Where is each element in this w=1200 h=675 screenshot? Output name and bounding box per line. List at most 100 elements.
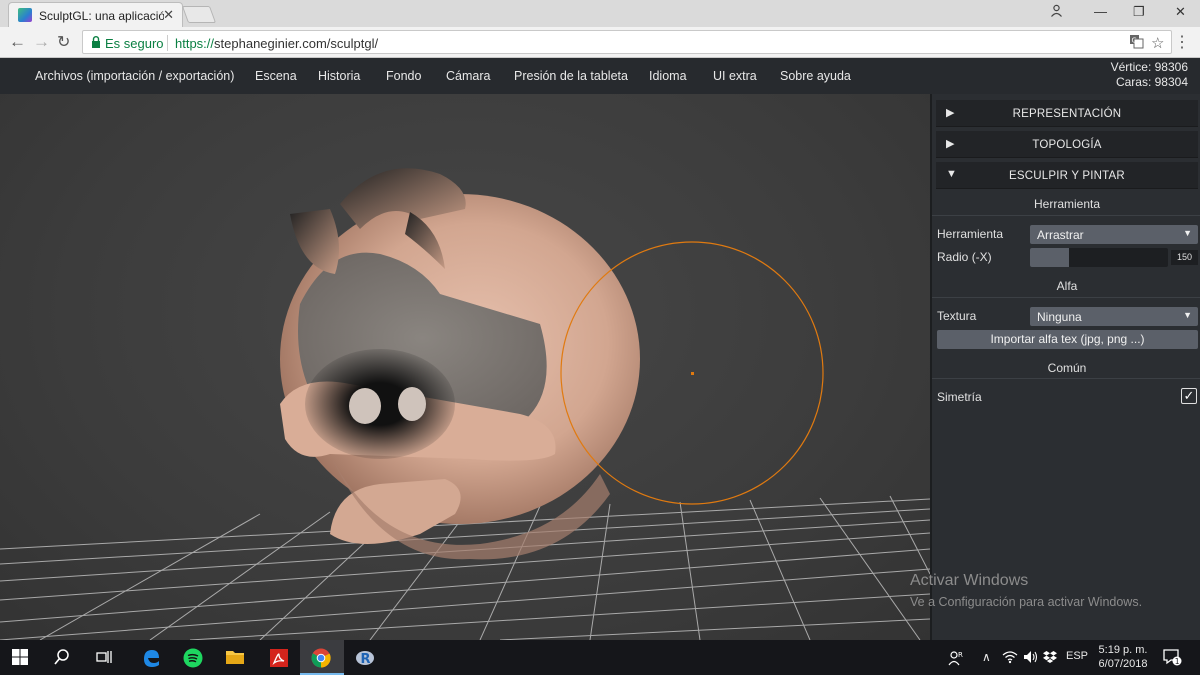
- url-text: https://stephaneginier.com/sculptgl/: [175, 36, 379, 51]
- symmetry-label: Simetría: [937, 390, 982, 404]
- svg-text:G: G: [1132, 37, 1137, 45]
- menu-extra-ui[interactable]: UI extra: [713, 69, 757, 83]
- divider: [932, 378, 1200, 379]
- new-tab-button[interactable]: [181, 6, 217, 23]
- close-window-icon[interactable]: ✕: [1175, 4, 1186, 20]
- alpha-heading: Alfa: [1056, 279, 1078, 293]
- activation-watermark-text: Ve a Configuración para activar Windows.: [910, 595, 1143, 609]
- volume-icon[interactable]: [1023, 650, 1039, 667]
- bookmark-star-icon[interactable]: ☆: [1151, 34, 1164, 52]
- file-explorer-app[interactable]: [214, 640, 258, 675]
- edge-icon: [144, 650, 159, 667]
- tool-panel: ▶ REPRESENTACIÓN ▶ TOPOLOGÍA ▼ ESCULPIR …: [930, 94, 1200, 640]
- maximize-icon[interactable]: ❐: [1133, 4, 1145, 20]
- chrome-app[interactable]: [300, 640, 344, 675]
- dropbox-icon[interactable]: [1043, 650, 1057, 667]
- reload-icon[interactable]: ↻: [57, 32, 70, 52]
- svg-text:R: R: [958, 651, 963, 659]
- texture-select[interactable]: Ninguna ▼: [1030, 307, 1198, 326]
- omnibox-divider: [167, 35, 168, 51]
- sculpted-model: [280, 168, 640, 560]
- tool-select-value: Arrastrar: [1037, 228, 1084, 242]
- tool-label: Herramienta: [937, 227, 1004, 241]
- windows-logo-icon: [12, 649, 28, 665]
- svg-text:R: R: [361, 652, 371, 667]
- section-label: ESCULPIR Y PINTAR: [1009, 170, 1125, 182]
- edge-app[interactable]: [130, 640, 174, 675]
- radius-slider-fill: [1030, 248, 1069, 267]
- radius-value[interactable]: 150: [1171, 250, 1198, 265]
- windows-taskbar: R R ∧ ESP 5:19 p. m. 6/07/2018 1: [0, 640, 1200, 675]
- action-center-icon[interactable]: 1: [1162, 647, 1182, 670]
- lock-icon: [92, 36, 100, 48]
- sculptgl-favicon-icon: [18, 8, 32, 22]
- menu-files[interactable]: Archivos (importación / exportación): [35, 69, 234, 83]
- people-icon[interactable]: R: [948, 650, 964, 669]
- tray-overflow-chevron-icon[interactable]: ∧: [982, 650, 991, 664]
- clock-date: 6/07/2018: [1098, 658, 1148, 670]
- section-label: REPRESENTACIÓN: [1012, 108, 1122, 120]
- menu-language[interactable]: Idioma: [649, 69, 687, 83]
- browser-tab-strip: SculptGL: una aplicación ✕ — ❐ ✕: [0, 0, 1200, 27]
- menu-background[interactable]: Fondo: [386, 69, 421, 83]
- search-icon: [54, 649, 69, 665]
- translate-icon[interactable]: G: [1129, 34, 1144, 52]
- r-language-icon: R: [356, 651, 374, 667]
- checkmark-icon: ✓: [1183, 388, 1195, 403]
- clock-time: 5:19 p. m.: [1098, 644, 1148, 656]
- close-tab-icon[interactable]: ✕: [163, 7, 174, 23]
- svg-text:1: 1: [1175, 657, 1180, 666]
- r-app[interactable]: R: [344, 640, 388, 675]
- chrome-icon: [311, 648, 331, 668]
- input-language[interactable]: ESP: [1066, 650, 1088, 662]
- task-view-button[interactable]: [84, 640, 128, 675]
- tool-select[interactable]: Arrastrar ▼: [1030, 225, 1198, 244]
- acrobat-app[interactable]: [258, 640, 302, 675]
- menu-history[interactable]: Historia: [318, 69, 360, 83]
- tab-title: SculptGL: una aplicación: [39, 9, 164, 23]
- start-button[interactable]: [0, 640, 44, 675]
- search-button[interactable]: [42, 640, 86, 675]
- browser-tab[interactable]: SculptGL: una aplicación ✕: [8, 2, 183, 27]
- menu-camera[interactable]: Cámara: [446, 69, 490, 83]
- radius-slider[interactable]: [1030, 248, 1168, 267]
- folder-icon: [226, 651, 244, 664]
- menu-tablet-pressure[interactable]: Presión de la tableta: [514, 69, 628, 83]
- menu-scene[interactable]: Escena: [255, 69, 297, 83]
- vertex-count: Vértice: 98306: [1110, 60, 1188, 74]
- back-icon[interactable]: ←: [9, 32, 26, 52]
- face-count: Caras: 98304: [1115, 75, 1188, 89]
- system-clock[interactable]: 5:19 p. m. 6/07/2018: [1094, 643, 1152, 671]
- viewport-canvas[interactable]: [0, 94, 930, 640]
- divider: [932, 215, 1200, 216]
- pdf-icon: [270, 649, 288, 667]
- menu-about-help[interactable]: Sobre ayuda: [780, 69, 851, 83]
- address-bar[interactable]: Es seguro https://stephaneginier.com/scu…: [82, 30, 1172, 54]
- task-view-icon: [96, 651, 112, 663]
- wifi-icon[interactable]: [1002, 650, 1018, 667]
- app-menubar: Archivos (importación / exportación) Esc…: [0, 58, 1200, 94]
- mesh-stats: Vértice: 98306 Caras: 98304: [1111, 60, 1188, 90]
- section-sculpt-paint[interactable]: ▼ ESCULPIR Y PINTAR: [936, 162, 1198, 189]
- common-heading: Común: [1047, 361, 1087, 375]
- radius-label: Radio (-X): [937, 250, 992, 264]
- chevron-down-icon: ▼: [1183, 310, 1192, 320]
- divider: [932, 297, 1200, 298]
- section-representation[interactable]: ▶ REPRESENTACIÓN: [936, 100, 1198, 127]
- section-topology[interactable]: ▶ TOPOLOGÍA: [936, 131, 1198, 158]
- forward-icon[interactable]: →: [33, 32, 50, 52]
- minimize-icon[interactable]: —: [1094, 4, 1107, 19]
- sculpt-viewport[interactable]: [0, 94, 930, 640]
- symmetry-checkbox[interactable]: ✓: [1181, 388, 1197, 404]
- secure-label: Es seguro: [105, 36, 164, 51]
- section-label: TOPOLOGÍA: [1032, 139, 1102, 151]
- brush-center-dot: [691, 372, 694, 375]
- tool-heading: Herramienta: [1033, 197, 1101, 211]
- import-alpha-button[interactable]: Importar alfa tex (jpg, png ...): [937, 330, 1198, 349]
- texture-label: Textura: [937, 309, 977, 323]
- profile-icon[interactable]: [1050, 4, 1063, 20]
- browser-menu-icon[interactable]: ⋮: [1174, 32, 1190, 52]
- spotify-app[interactable]: [172, 640, 216, 675]
- activation-watermark-title: Activar Windows: [910, 572, 1029, 589]
- chevron-down-icon: ▼: [1183, 228, 1192, 238]
